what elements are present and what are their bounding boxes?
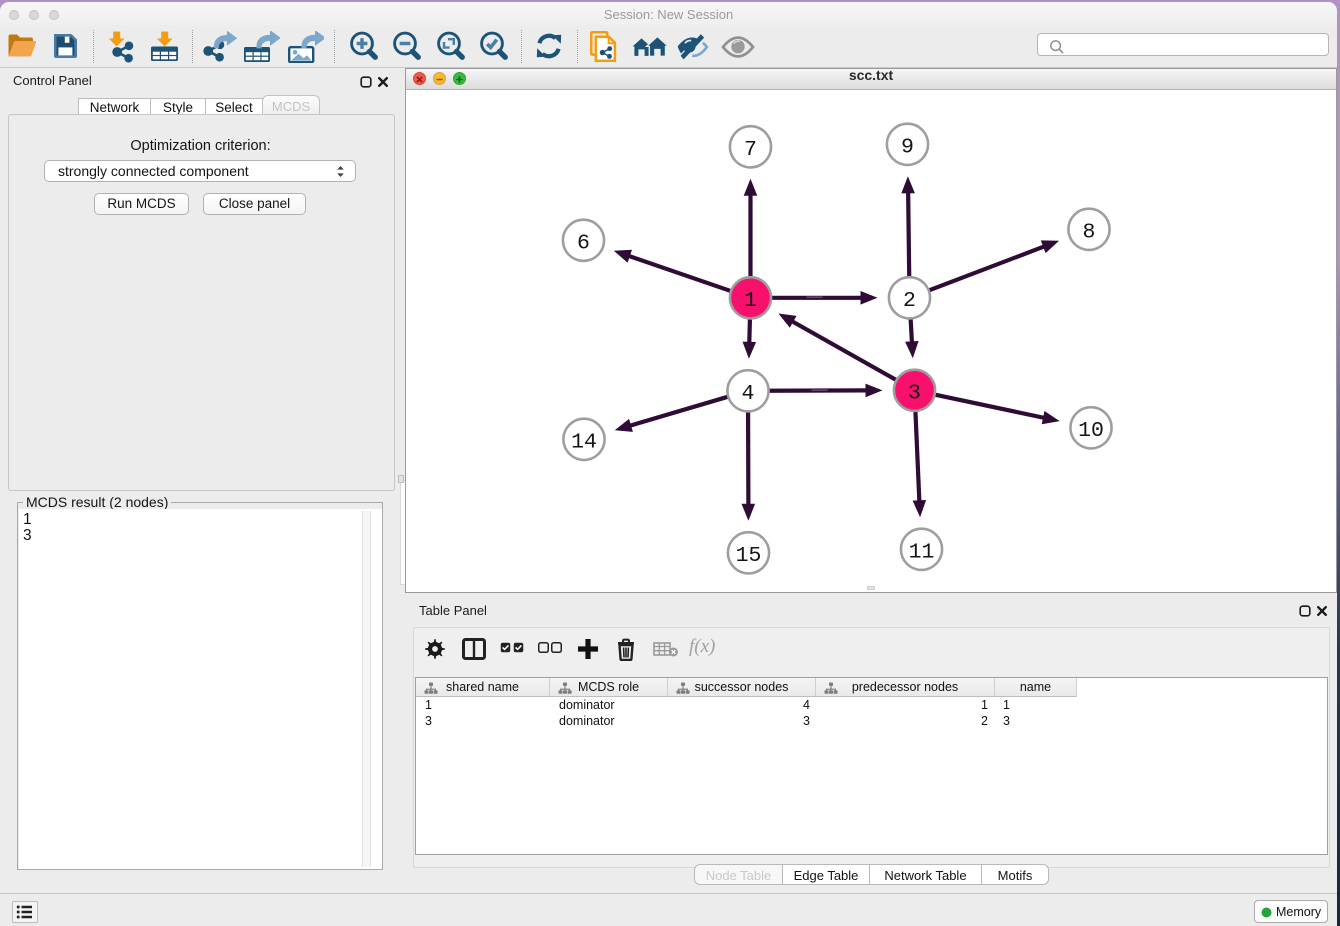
svg-text:3: 3 — [908, 381, 921, 405]
svg-text:15: 15 — [736, 544, 762, 568]
svg-text:7: 7 — [744, 138, 757, 162]
svg-text:9: 9 — [901, 135, 914, 159]
svg-text:8: 8 — [1083, 220, 1096, 244]
svg-text:6: 6 — [577, 231, 590, 255]
svg-text:10: 10 — [1078, 419, 1104, 443]
svg-text:14: 14 — [571, 430, 597, 454]
svg-text:11: 11 — [909, 540, 935, 564]
svg-text:1: 1 — [744, 289, 757, 313]
svg-text:4: 4 — [742, 382, 755, 406]
svg-text:2: 2 — [903, 289, 916, 313]
